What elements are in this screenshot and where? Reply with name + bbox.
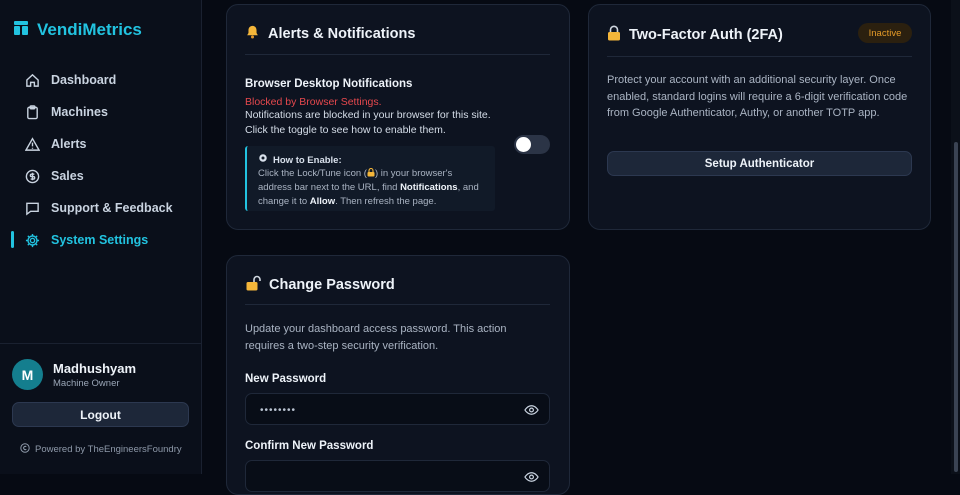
bell-icon <box>245 24 260 44</box>
confirm-password-label: Confirm New Password <box>245 440 374 452</box>
brand-name: VendiMetrics <box>37 20 142 39</box>
change-password-title-text: Change Password <box>269 277 395 293</box>
status-badge: Inactive <box>858 23 912 43</box>
howto-bold-notifications: Notifications <box>400 182 458 194</box>
howto-bold-allow: Allow <box>309 195 336 207</box>
logout-button[interactable]: Logout <box>12 402 189 427</box>
change-password-title: Change Password <box>245 275 395 295</box>
sidebar-item-system-settings[interactable]: System Settings <box>0 224 202 256</box>
sidebar-item-label: Machines <box>51 105 108 119</box>
powered-by: Powered by TheEngineersFoundry <box>20 443 182 456</box>
user-profile: M Madhushyam Machine Owner <box>12 359 136 390</box>
toggle-knob <box>516 137 531 152</box>
how-to-enable-title-text: How to Enable: <box>273 154 342 166</box>
twofa-title-text: Two-Factor Auth (2FA) <box>629 27 783 43</box>
alerts-divider <box>245 54 550 55</box>
scrollbar-thumb[interactable] <box>954 142 958 472</box>
notifications-toggle[interactable] <box>514 135 550 154</box>
twofa-description: Protect your account with an additional … <box>607 74 908 119</box>
how-to-enable-instructions: Click the Lock/Tune icon () in your brow… <box>258 167 485 208</box>
sidebar-divider <box>0 343 202 344</box>
gear-icon <box>258 153 268 167</box>
password-divider <box>245 304 550 305</box>
eye-icon[interactable] <box>524 470 539 488</box>
lock-icon <box>367 168 375 181</box>
clipboard-icon <box>24 104 41 121</box>
chat-icon <box>24 200 41 217</box>
sidebar-item-label: System Settings <box>51 233 149 247</box>
eye-icon[interactable] <box>524 403 539 421</box>
setup-authenticator-button[interactable]: Setup Authenticator <box>607 151 912 176</box>
sidebar-item-label: Alerts <box>51 137 87 151</box>
browser-notifications-label: Browser Desktop Notifications <box>245 78 413 90</box>
alerts-title-text: Alerts & Notifications <box>268 26 416 42</box>
lock-icon <box>607 25 621 45</box>
sidebar-nav: Dashboard Machines Alerts Sales Support … <box>0 64 202 256</box>
notifications-description: Notifications are blocked in your browse… <box>245 109 491 136</box>
twofa-card-title: Two-Factor Auth (2FA) <box>607 25 783 45</box>
powered-by-text: Powered by TheEngineersFoundry <box>35 444 182 455</box>
sidebar-item-label: Support & Feedback <box>51 201 173 215</box>
alerts-card-title: Alerts & Notifications <box>245 24 415 44</box>
howto-text-4: . Then refresh the page. <box>335 195 437 207</box>
how-to-enable-title: How to Enable: <box>258 153 485 167</box>
new-password-value: •••••••• <box>260 405 297 416</box>
sidebar-item-dashboard[interactable]: Dashboard <box>0 64 202 96</box>
sidebar-item-sales[interactable]: Sales <box>0 160 202 192</box>
avatar: M <box>12 359 43 390</box>
howto-text-1: Click the Lock/Tune icon ( <box>258 168 367 180</box>
user-role: Machine Owner <box>53 377 120 389</box>
warning-icon <box>24 136 41 153</box>
user-name: Madhushyam <box>53 360 137 376</box>
dollar-icon <box>24 168 41 185</box>
sidebar-item-machines[interactable]: Machines <box>0 96 202 128</box>
brand-logo-icon <box>14 20 28 40</box>
copyright-icon <box>20 443 30 456</box>
open-lock-icon <box>245 275 261 295</box>
sidebar: VendiMetrics Dashboard Machines Alerts S… <box>0 0 202 474</box>
new-password-field[interactable]: •••••••• <box>245 393 550 425</box>
twofa-divider <box>607 56 912 57</box>
sidebar-item-alerts[interactable]: Alerts <box>0 128 202 160</box>
confirm-password-field[interactable] <box>245 460 550 492</box>
sidebar-item-support[interactable]: Support & Feedback <box>0 192 202 224</box>
change-password-description: Update your dashboard access password. T… <box>245 323 507 352</box>
sidebar-item-label: Dashboard <box>51 73 117 87</box>
new-password-label: New Password <box>245 373 327 385</box>
brand[interactable]: VendiMetrics <box>14 20 142 40</box>
sidebar-item-label: Sales <box>51 169 84 183</box>
home-icon <box>24 72 41 89</box>
how-to-enable-box: How to Enable: Click the Lock/Tune icon … <box>245 146 495 211</box>
gear-icon <box>24 232 41 249</box>
